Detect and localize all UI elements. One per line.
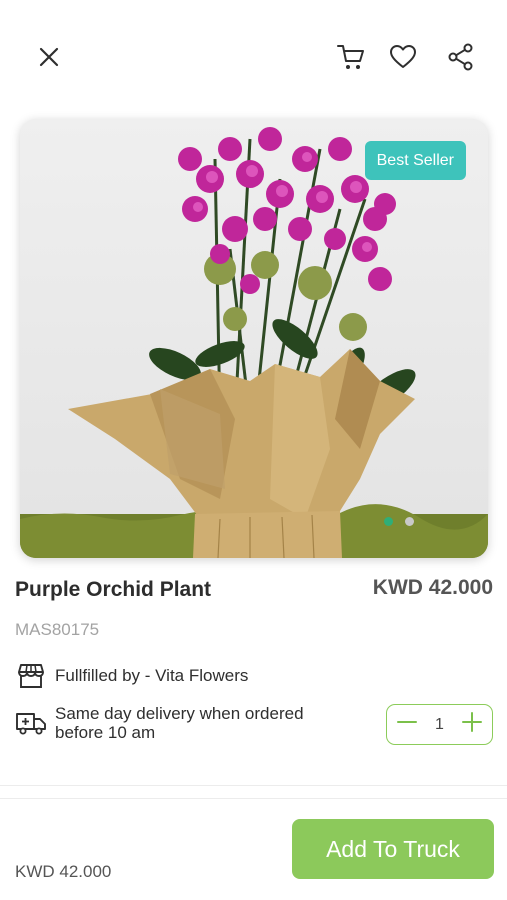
close-button[interactable] <box>29 37 69 77</box>
footer-total-price: KWD 42.000 <box>15 862 112 881</box>
product-image-carousel[interactable]: Best Seller <box>20 119 488 558</box>
product-sku: MAS80175 <box>15 620 100 639</box>
carousel-dots <box>384 517 414 526</box>
carousel-dot-active[interactable] <box>384 517 393 526</box>
quantity-value[interactable]: 1 <box>435 716 444 734</box>
wishlist-button[interactable] <box>383 37 423 77</box>
product-price: KWD 42.000 <box>372 576 493 599</box>
delivery-truck-icon <box>15 707 47 739</box>
delivery-text: Same day delivery when ordered before 10… <box>55 704 304 742</box>
delivery-info-row: Same day delivery when ordered before 10… <box>15 704 355 742</box>
product-image <box>20 119 488 558</box>
carousel-dot[interactable] <box>405 517 414 526</box>
product-name: Purple Orchid Plant <box>15 578 212 601</box>
top-bar <box>0 0 507 115</box>
store-icon <box>15 660 47 692</box>
share-button[interactable] <box>441 37 481 77</box>
heart-icon <box>389 44 417 70</box>
fulfilled-by-text: Fullfilled by - Vita Flowers <box>55 666 249 685</box>
increase-quantity-button[interactable] <box>460 712 484 737</box>
cart-button[interactable] <box>331 37 371 77</box>
divider <box>0 785 507 786</box>
add-to-cart-button[interactable]: Add To Truck <box>292 819 494 879</box>
footer-divider <box>0 798 507 799</box>
plus-icon <box>462 712 482 737</box>
cart-icon <box>336 42 366 72</box>
best-seller-badge: Best Seller <box>364 141 466 180</box>
delivery-text-line2: before 10 am <box>55 723 156 742</box>
delivery-text-line1: Same day delivery when ordered <box>55 704 304 723</box>
fulfilled-by-row: Fullfilled by - Vita Flowers <box>15 660 248 692</box>
close-icon <box>37 45 61 69</box>
decrease-quantity-button[interactable] <box>395 713 419 737</box>
minus-icon <box>397 712 417 737</box>
share-icon <box>447 43 475 71</box>
quantity-stepper: 1 <box>386 704 493 745</box>
